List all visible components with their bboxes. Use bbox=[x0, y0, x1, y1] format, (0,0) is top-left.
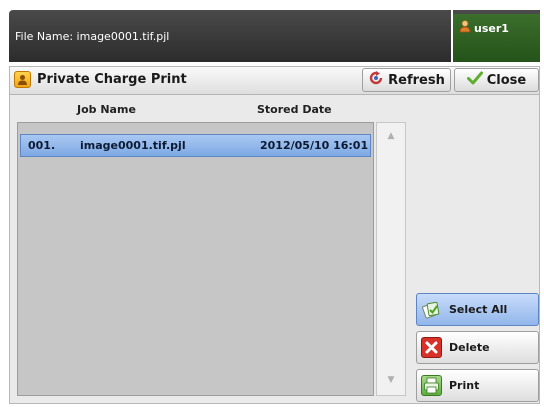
print-button[interactable]: Print bbox=[416, 369, 539, 402]
select-all-label: Select All bbox=[449, 303, 508, 316]
close-button[interactable]: Close bbox=[454, 68, 539, 92]
refresh-icon bbox=[368, 71, 384, 89]
job-list-scrollbar[interactable]: ▲ ▼ bbox=[376, 122, 406, 396]
job-stored-date: 2012/05/10 16:01 bbox=[260, 139, 369, 152]
printer-icon bbox=[421, 375, 442, 396]
private-charge-print-window: Private Charge Print Refresh Close Job N… bbox=[9, 66, 540, 404]
user-button[interactable]: user1 bbox=[453, 10, 540, 62]
user-name: user1 bbox=[474, 21, 509, 35]
refresh-label: Refresh bbox=[388, 72, 445, 88]
user-icon bbox=[459, 20, 471, 36]
column-header-stored-date[interactable]: Stored Date bbox=[257, 103, 332, 116]
close-label: Close bbox=[486, 72, 527, 88]
delete-icon bbox=[421, 337, 442, 358]
job-list: 001. image0001.tif.pjl 2012/05/10 16:01 bbox=[17, 122, 374, 396]
select-all-icon bbox=[421, 299, 442, 320]
scroll-up-icon[interactable]: ▲ bbox=[377, 131, 405, 141]
file-name-label: File Name: image0001.tif.pjl bbox=[15, 29, 170, 43]
select-all-button[interactable]: Select All bbox=[416, 293, 539, 326]
app-frame: File Name: image0001.tif.pjl user1 Priva… bbox=[9, 10, 540, 404]
file-name-bar: File Name: image0001.tif.pjl bbox=[9, 10, 451, 62]
scroll-down-icon[interactable]: ▼ bbox=[377, 375, 405, 385]
column-header-job-name[interactable]: Job Name bbox=[77, 103, 136, 116]
delete-button[interactable]: Delete bbox=[416, 331, 539, 364]
job-name: image0001.tif.pjl bbox=[80, 139, 186, 152]
job-number: 001. bbox=[28, 139, 56, 152]
private-print-icon bbox=[14, 71, 31, 88]
header: File Name: image0001.tif.pjl user1 bbox=[9, 10, 540, 62]
delete-label: Delete bbox=[449, 341, 490, 354]
refresh-button[interactable]: Refresh bbox=[362, 68, 451, 92]
table-row[interactable]: 001. image0001.tif.pjl 2012/05/10 16:01 bbox=[20, 134, 371, 157]
checkmark-icon bbox=[466, 71, 483, 89]
window-titlebar: Private Charge Print Refresh Close bbox=[10, 67, 539, 95]
print-label: Print bbox=[449, 379, 480, 392]
window-title: Private Charge Print bbox=[37, 72, 187, 87]
